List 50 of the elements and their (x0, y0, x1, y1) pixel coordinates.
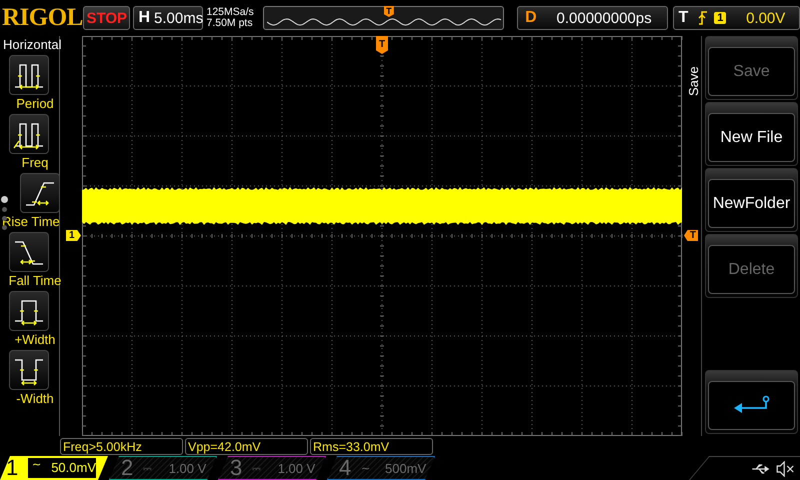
trigger-position-marker: T (384, 6, 394, 17)
delay-label: D (524, 9, 538, 27)
timebase-display[interactable]: H 5.00ms (133, 6, 204, 30)
channel-scale: 500mV (385, 460, 426, 476)
trigger-source: 1 (714, 12, 726, 24)
memory-depth: 7.50M pts (206, 18, 254, 29)
menu-title: Save (686, 65, 701, 96)
measure-button[interactable]: Freq (0, 114, 70, 170)
channel-tab[interactable]: 1 ~ 50.0mV (0, 456, 108, 480)
back-button[interactable] (705, 370, 798, 434)
channel-scale: 1.00 V (168, 460, 206, 476)
coupling-symbol: ⎓ (252, 462, 261, 474)
channel-tab[interactable]: 3 ⎓ 1.00 V (218, 456, 326, 480)
rising-edge-icon (698, 11, 708, 25)
measurement-readout: Freq>5.00kHz (60, 438, 183, 454)
brand-logo: RIGOL (1, 4, 80, 32)
delay-display[interactable]: D 0.00000000ps (517, 6, 668, 30)
coupling-symbol: ⎓ (143, 462, 152, 474)
channel-marker[interactable]: 1 (66, 230, 81, 241)
trigger-level-marker[interactable]: T (684, 230, 698, 241)
trigger-level: 0.00V (745, 10, 786, 26)
trigger-label: T (677, 9, 690, 27)
sample-rate: 125MSa/s (206, 7, 255, 18)
measurement-readout: Vpp=42.0mV (185, 438, 308, 454)
measure-button[interactable]: -Width (0, 350, 70, 406)
return-arrow-icon (734, 395, 769, 412)
timebase-value: 5.00ms (154, 10, 204, 26)
menu-title: Horizontal (2, 36, 59, 54)
delay-value: 0.00000000ps (556, 10, 653, 26)
coupling-symbol: ~ (32, 457, 42, 473)
measurement-readout: Rms=33.0mV (310, 438, 433, 454)
measure-button[interactable]: Period (0, 55, 70, 111)
channel-number: 2 (121, 455, 134, 480)
usb-icon (752, 462, 772, 474)
channel-tab[interactable]: 2 ⎓ 1.00 V (109, 456, 217, 480)
channel-number: 4 (339, 455, 352, 480)
channel-number: 3 (230, 455, 244, 480)
trigger-position-marker[interactable]: T (376, 36, 388, 54)
trigger-display[interactable]: T 1 0.00V (673, 6, 800, 30)
menu-button[interactable]: New File (705, 102, 798, 166)
channel-scale: 50.0mV (51, 459, 96, 477)
horizontal-label: H (137, 9, 152, 27)
channel-number: 1 (6, 455, 20, 480)
run-stop-button[interactable]: STOP (83, 6, 130, 30)
menu-button[interactable]: NewFolder (705, 168, 798, 232)
mute-icon (776, 460, 796, 476)
channel-scale: 1.00 V (278, 460, 316, 476)
channel-tab[interactable]: 4 ~ 500mV (327, 456, 435, 480)
coupling-symbol: ~ (361, 462, 370, 474)
measure-button[interactable]: +Width (0, 291, 70, 347)
